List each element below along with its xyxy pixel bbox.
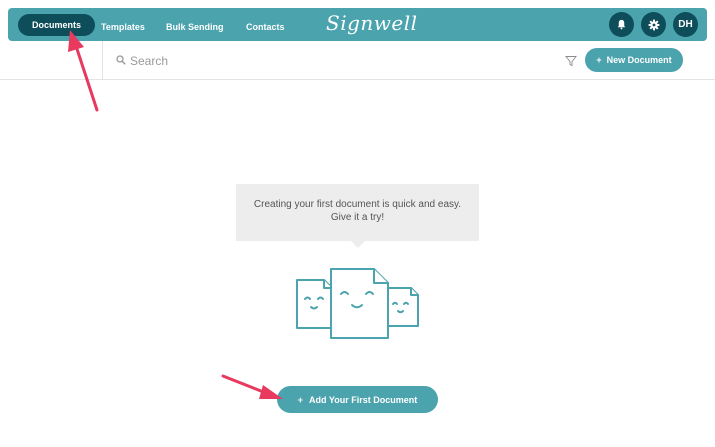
user-avatar[interactable]: DH xyxy=(673,12,698,37)
add-first-document-label: Add Your First Document xyxy=(309,394,418,405)
top-nav-bar: Documents Templates Bulk Sending Contact… xyxy=(8,8,707,41)
nav-item-contacts[interactable]: Contacts xyxy=(246,16,285,38)
nav-item-bulk-sending[interactable]: Bulk Sending xyxy=(166,16,224,38)
search-toolbar: + New Document xyxy=(0,41,715,80)
bell-icon xyxy=(617,19,626,30)
empty-state-text: Creating your first document is quick an… xyxy=(253,199,462,223)
notifications-button[interactable] xyxy=(609,12,634,37)
documents-illustration-icon xyxy=(296,268,419,339)
new-document-label: New Document xyxy=(606,55,672,65)
plus-icon: + xyxy=(596,55,602,65)
plus-icon: + xyxy=(297,394,304,405)
empty-state-message: Creating your first document is quick an… xyxy=(236,184,479,241)
signwell-logo: Signwell xyxy=(326,11,418,35)
nav-item-documents[interactable]: Documents xyxy=(18,14,96,36)
filter-icon[interactable] xyxy=(565,55,577,67)
divider xyxy=(102,41,103,79)
search-input[interactable] xyxy=(130,51,530,71)
tooltip-pointer xyxy=(351,241,365,248)
annotation-arrow-add-document xyxy=(221,374,283,399)
settings-button[interactable] xyxy=(641,12,666,37)
add-first-document-button[interactable]: + Add Your First Document xyxy=(277,386,438,413)
gear-icon xyxy=(648,19,659,30)
nav-item-templates[interactable]: Templates xyxy=(101,16,145,38)
new-document-button[interactable]: + New Document xyxy=(585,48,683,72)
search-icon xyxy=(116,55,126,65)
